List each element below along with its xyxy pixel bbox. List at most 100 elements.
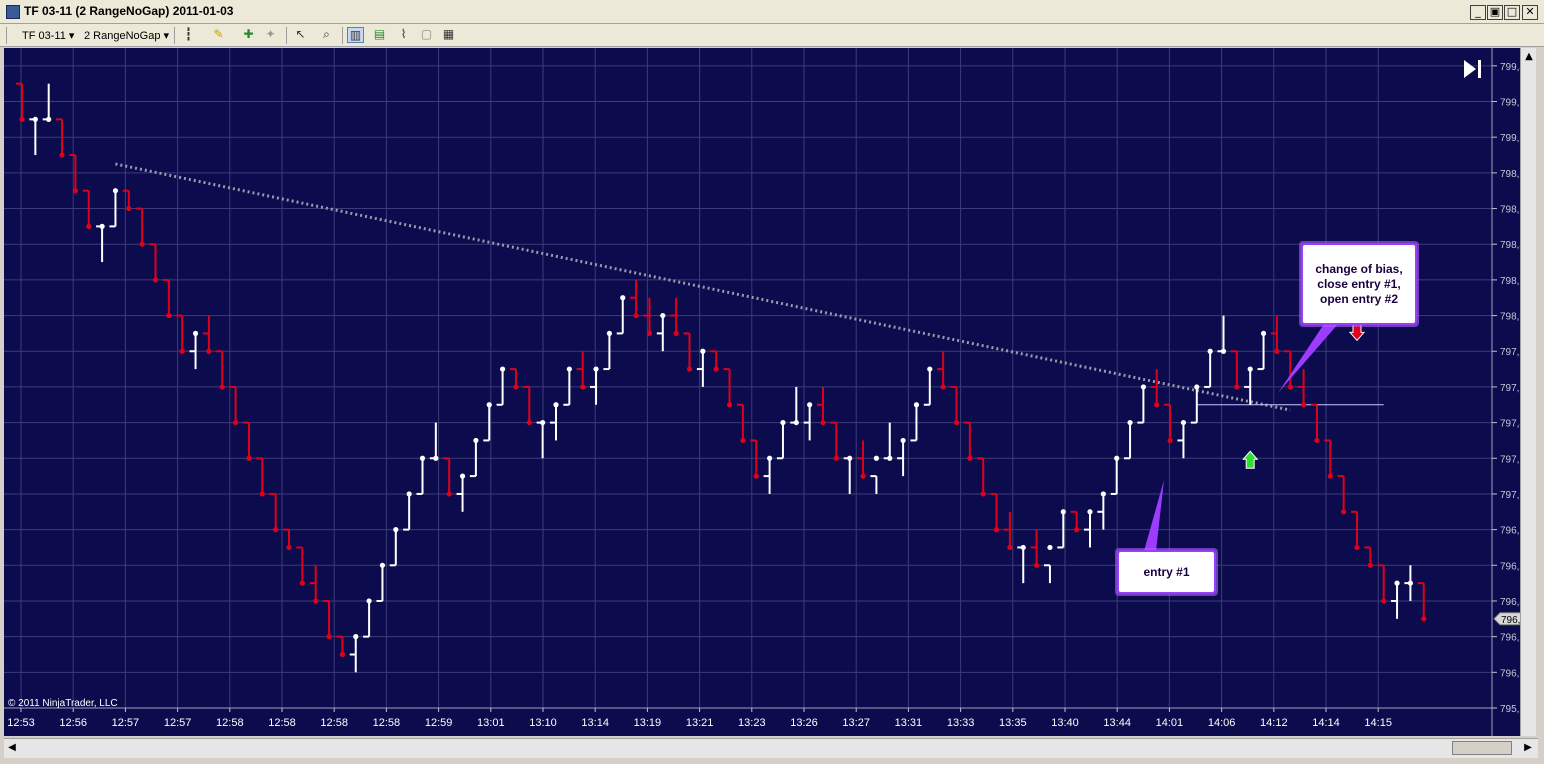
bar-close-dot bbox=[646, 330, 653, 337]
bar-close-dot bbox=[206, 348, 212, 354]
x-tick-label: 12:58 bbox=[373, 717, 401, 729]
bar-close-dot bbox=[1260, 330, 1267, 337]
y-tick-label: 797,4 bbox=[1500, 419, 1520, 430]
scrollbar-thumb[interactable] bbox=[1452, 741, 1512, 755]
x-tick-label: 12:57 bbox=[164, 717, 192, 729]
x-tick-label: 13:19 bbox=[634, 717, 662, 729]
x-tick-label: 14:01 bbox=[1156, 717, 1184, 729]
bar-close-dot bbox=[673, 330, 679, 337]
x-tick-label: 12:53 bbox=[7, 717, 35, 729]
scroll-to-end-icon[interactable] bbox=[1464, 60, 1481, 78]
bar-close-dot bbox=[219, 384, 225, 390]
x-tick-label: 13:01 bbox=[477, 717, 505, 729]
x-tick-label: 14:15 bbox=[1364, 717, 1392, 729]
line-chart-icon[interactable]: ⌇ bbox=[395, 27, 412, 43]
candlestick-icon[interactable]: ▤ bbox=[371, 27, 388, 43]
callout-pointer bbox=[1278, 324, 1338, 393]
add-indicator-icon[interactable]: ✚ bbox=[240, 27, 257, 43]
bar-close-dot bbox=[273, 527, 279, 533]
x-tick-label: 12:58 bbox=[216, 717, 244, 729]
x-tick-label: 14:14 bbox=[1312, 717, 1340, 729]
x-tick-label: 13:10 bbox=[529, 717, 557, 729]
bar-close-dot bbox=[980, 491, 986, 497]
bar-close-dot bbox=[1314, 437, 1320, 444]
app-icon bbox=[6, 5, 20, 19]
bar-close-dot bbox=[259, 491, 265, 497]
bar-close-dot bbox=[553, 402, 559, 408]
callout-pointer bbox=[1144, 480, 1164, 551]
bar-close-dot bbox=[112, 188, 119, 194]
y-tick-label: 797,2 bbox=[1500, 454, 1520, 465]
close-button[interactable]: ✕ bbox=[1522, 5, 1538, 20]
y-tick-label: 798,8 bbox=[1500, 169, 1520, 180]
bar-close-dot bbox=[1327, 473, 1333, 479]
x-tick-label: 13:40 bbox=[1051, 717, 1079, 729]
bar-close-dot bbox=[900, 437, 906, 444]
bar-close-dot bbox=[353, 634, 359, 640]
bar-close-dot bbox=[1047, 544, 1053, 551]
bar-close-dot bbox=[1421, 616, 1427, 622]
bar-close-dot bbox=[246, 455, 252, 461]
bar-close-dot bbox=[767, 455, 773, 461]
scroll-left-icon[interactable]: ◀ bbox=[4, 739, 20, 757]
bar-close-dot bbox=[593, 366, 599, 372]
pointer-icon[interactable]: ↖ bbox=[292, 27, 309, 43]
minimize-button[interactable]: _ bbox=[1470, 5, 1486, 20]
data-box-icon[interactable]: ▢ bbox=[418, 27, 435, 43]
bar-close-dot bbox=[1301, 402, 1307, 408]
bar-close-dot bbox=[486, 402, 492, 408]
bar-close-dot bbox=[433, 455, 439, 461]
callout-text: open entry #2 bbox=[1320, 292, 1398, 306]
price-axis-strip: ▲ bbox=[1520, 48, 1536, 736]
bar-close-dot bbox=[1154, 402, 1160, 408]
properties-icon[interactable]: ▦ bbox=[440, 27, 457, 43]
bar-close-dot bbox=[793, 419, 799, 426]
bar-close-dot bbox=[500, 366, 506, 372]
bar-close-dot bbox=[326, 634, 332, 640]
pencil-icon[interactable]: ✎ bbox=[210, 27, 227, 43]
toolbar-separator bbox=[174, 27, 175, 44]
bar-type-icon[interactable]: ┇ bbox=[180, 27, 197, 43]
bar-close-dot bbox=[860, 473, 866, 479]
chart-trader-icon[interactable]: ▥ bbox=[347, 27, 364, 43]
bar-close-dot bbox=[1341, 509, 1347, 515]
bar-close-dot bbox=[940, 384, 946, 390]
bar-close-dot bbox=[740, 437, 746, 444]
scroll-right-icon[interactable]: ▶ bbox=[1520, 739, 1536, 757]
scroll-up-icon[interactable]: ▲ bbox=[1521, 48, 1537, 66]
callout-text: change of bias, bbox=[1315, 262, 1402, 276]
restore-button[interactable]: ▣ bbox=[1487, 5, 1503, 20]
chart-panel[interactable]: 799,4 799,2 799,0 798,8 798,6 798,4 798,2 798,0… bbox=[4, 48, 1536, 736]
bar-close-dot bbox=[1381, 598, 1387, 604]
bar-close-dot bbox=[953, 419, 960, 426]
x-tick-label: 12:58 bbox=[320, 717, 348, 729]
y-tick-label: 798,4 bbox=[1500, 240, 1520, 251]
bar-close-dot bbox=[713, 366, 719, 372]
bar-close-dot bbox=[1287, 384, 1293, 390]
bar-close-dot bbox=[1220, 348, 1227, 354]
bar-close-dot bbox=[1007, 544, 1013, 551]
horizontal-scrollbar[interactable]: ◀ ▶ bbox=[4, 738, 1538, 758]
strategy-icon[interactable]: ✦ bbox=[262, 27, 279, 43]
time-axis: 12:53 12:56 12:57 12:57 12:58 12:58 12:58 12:58… bbox=[4, 707, 1492, 729]
bar-close-dot bbox=[473, 437, 479, 444]
bar-close-dot bbox=[1367, 562, 1373, 568]
bar-close-dot bbox=[1247, 366, 1253, 372]
period-label: 2 RangeNoGap bbox=[84, 30, 161, 42]
y-tick-label: 798,0 bbox=[1500, 312, 1520, 323]
x-tick-label: 13:33 bbox=[947, 717, 975, 729]
period-selector[interactable]: 2 RangeNoGap ▾ bbox=[84, 29, 169, 42]
bar-close-dot bbox=[700, 348, 706, 354]
y-tick-label: 796,8 bbox=[1500, 526, 1520, 537]
bar-close-dot bbox=[166, 312, 172, 319]
maximize-button[interactable]: □ bbox=[1504, 5, 1520, 20]
y-tick-label: 795,8 bbox=[1500, 704, 1520, 715]
instrument-selector[interactable]: TF 03-11 ▾ bbox=[22, 29, 74, 42]
last-price-label: 796,3 bbox=[1501, 615, 1520, 626]
zoom-icon[interactable]: ⌕ bbox=[318, 27, 335, 43]
bar-close-dot bbox=[1060, 509, 1066, 515]
price-chart[interactable]: 799,4 799,2 799,0 798,8 798,6 798,4 798,2 798,0… bbox=[4, 48, 1520, 736]
bar-close-dot bbox=[726, 402, 733, 408]
bar-close-dot bbox=[913, 402, 920, 408]
bar-close-dot bbox=[313, 598, 319, 604]
